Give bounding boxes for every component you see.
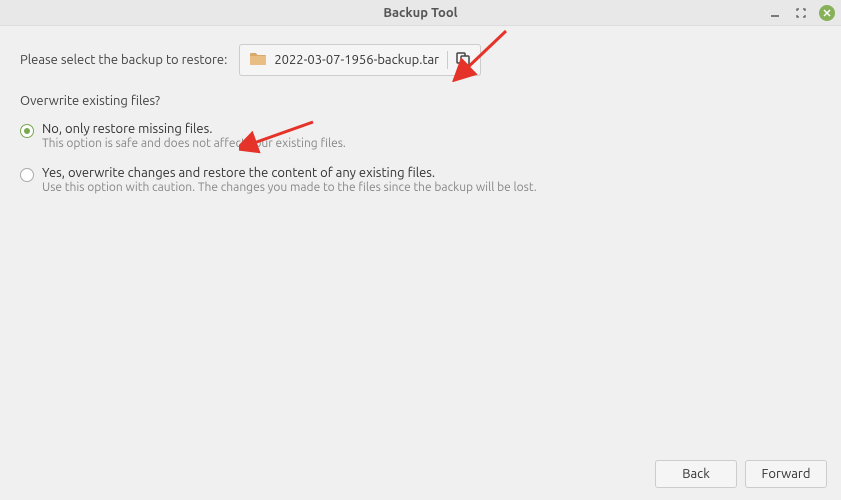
radio-option-no[interactable]: No, only restore missing files. This opt… (20, 122, 821, 150)
content-area: Please select the backup to restore: 202… (0, 26, 841, 212)
footer-buttons: Back Forward (655, 460, 827, 488)
maximize-button[interactable] (793, 5, 809, 21)
selected-file-name: 2022-03-07-1956-backup.tar (274, 53, 439, 67)
radio-yes-desc: Use this option with caution. The change… (42, 181, 537, 194)
close-icon (823, 9, 831, 17)
radio-text-container: No, only restore missing files. This opt… (42, 122, 346, 150)
close-button[interactable] (819, 5, 835, 21)
window-controls (767, 0, 835, 26)
radio-option-yes[interactable]: Yes, overwrite changes and restore the c… (20, 166, 821, 194)
folder-icon (250, 52, 266, 69)
window-title: Backup Tool (383, 6, 457, 20)
radio-no-desc: This option is safe and does not affect … (42, 137, 346, 150)
radio-button-no[interactable] (20, 124, 34, 138)
minimize-button[interactable] (767, 5, 783, 21)
radio-group: No, only restore missing files. This opt… (20, 122, 821, 194)
overwrite-question: Overwrite existing files? (20, 94, 821, 108)
radio-no-title: No, only restore missing files. (42, 122, 346, 136)
separator (447, 51, 448, 69)
radio-yes-title: Yes, overwrite changes and restore the c… (42, 166, 537, 180)
radio-text-container: Yes, overwrite changes and restore the c… (42, 166, 537, 194)
back-button[interactable]: Back (655, 460, 737, 488)
minimize-icon (770, 8, 780, 18)
maximize-icon (796, 8, 806, 18)
titlebar: Backup Tool (0, 0, 841, 26)
file-chooser-button[interactable]: 2022-03-07-1956-backup.tar (239, 44, 481, 76)
select-backup-label: Please select the backup to restore: (20, 53, 227, 67)
file-browse-icon (456, 52, 470, 69)
file-select-row: Please select the backup to restore: 202… (20, 44, 821, 76)
radio-button-yes[interactable] (20, 168, 34, 182)
forward-button[interactable]: Forward (745, 460, 827, 488)
